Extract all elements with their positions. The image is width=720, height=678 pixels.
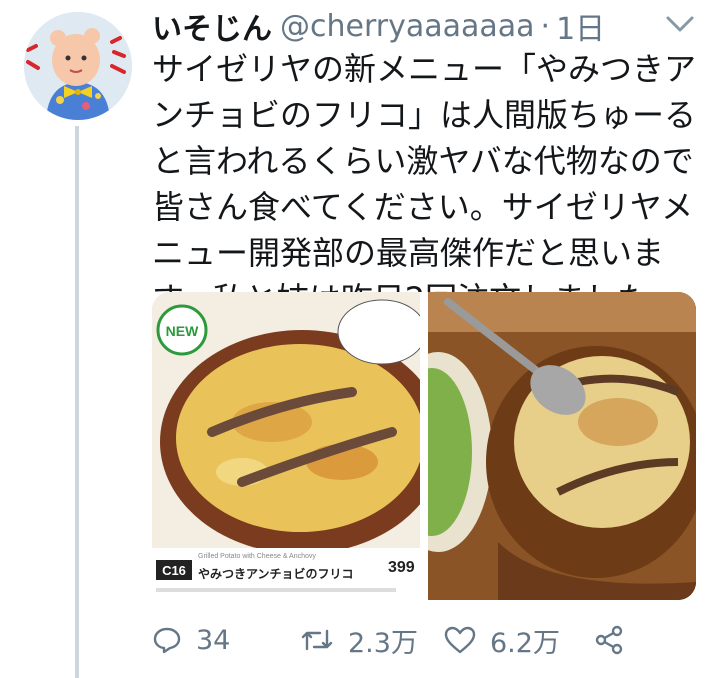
share-button[interactable] bbox=[594, 625, 624, 655]
media-image-menu[interactable]: NEW C16 Grilled Potato with Cheese & Anc… bbox=[152, 292, 420, 600]
item-code: C16 bbox=[162, 563, 186, 578]
media-image-dish[interactable] bbox=[428, 292, 696, 600]
retweet-button[interactable]: 2.3万 bbox=[300, 621, 444, 660]
user-handle[interactable]: @cherryaaaaaaa bbox=[280, 9, 535, 44]
new-badge-text: NEW bbox=[166, 323, 199, 339]
chevron-down-icon bbox=[666, 16, 694, 32]
tweet-timestamp[interactable]: 1日 bbox=[556, 4, 605, 48]
share-icon bbox=[595, 625, 623, 655]
tweet-header: いそじん @cherryaaaaaaa · 1日 bbox=[152, 2, 632, 50]
reply-count: 34 bbox=[196, 624, 231, 656]
more-options-button[interactable] bbox=[664, 12, 696, 36]
reply-button[interactable]: 34 bbox=[152, 625, 300, 656]
english-name: Grilled Potato with Cheese & Anchovy bbox=[198, 553, 316, 560]
retweet-count: 2.3万 bbox=[348, 627, 418, 659]
separator-dot: · bbox=[540, 8, 551, 44]
tweet-actions: 34 2.3万 6.2万 bbox=[152, 618, 632, 662]
menu-name: やみつきアンチョビのフリコ bbox=[198, 566, 354, 581]
avatar[interactable] bbox=[24, 12, 132, 120]
menu-photo: NEW C16 Grilled Potato with Cheese & Anc… bbox=[152, 292, 420, 600]
like-count: 6.2万 bbox=[490, 627, 560, 659]
thread-line bbox=[75, 126, 79, 678]
reply-icon bbox=[153, 627, 181, 654]
heart-icon bbox=[444, 626, 476, 654]
avatar-illustration bbox=[24, 12, 132, 120]
tweet-media: NEW C16 Grilled Potato with Cheese & Anc… bbox=[152, 292, 696, 600]
display-name[interactable]: いそじん bbox=[152, 4, 272, 48]
price-text: 399 bbox=[388, 559, 415, 576]
tweet-text: サイゼリヤの新メニュー「やみつきアンチョビのフリコ」は人間版ちゅーると言われるく… bbox=[152, 50, 697, 318]
retweet-icon bbox=[301, 629, 333, 651]
dish-photo bbox=[428, 292, 696, 600]
like-button[interactable]: 6.2万 bbox=[444, 621, 594, 660]
